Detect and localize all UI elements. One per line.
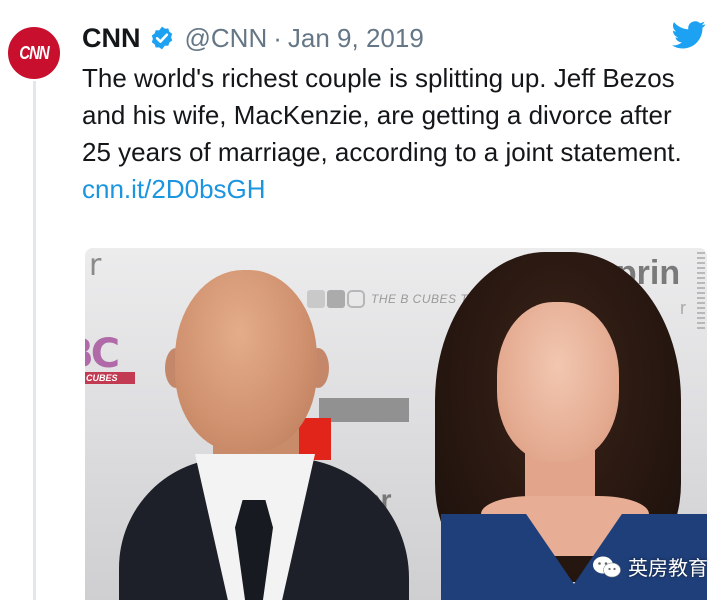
- tbc-letters: TBC: [85, 334, 139, 374]
- wechat-icon: [593, 556, 621, 577]
- woman-face: [497, 302, 619, 462]
- wechat-account-name: 英房教育: [628, 556, 708, 580]
- tweet-date[interactable]: Jan 9, 2019: [288, 23, 424, 54]
- tweet-card[interactable]: CNN CNN @CNN · Jan 9, 2019 The world's r…: [0, 0, 724, 600]
- tbc-letters-bc: BC: [85, 331, 120, 377]
- verified-badge-icon: [151, 26, 172, 50]
- backdrop-text-left: r: [89, 248, 102, 283]
- tweet-link[interactable]: cnn.it/2D0bsGH: [82, 174, 266, 204]
- tbc-strip: THE B CUBES: [85, 372, 135, 384]
- tweet-text: The world's richest couple is splitting …: [82, 60, 702, 208]
- thread-line: [33, 72, 36, 600]
- facebook-icon: [307, 290, 325, 308]
- backdrop-shape: [319, 398, 409, 422]
- wechat-badge: 英房教育: [592, 552, 708, 581]
- youtube-icon: [327, 290, 345, 308]
- twitter-bird-icon[interactable]: [672, 20, 706, 50]
- instagram-icon: [347, 290, 365, 308]
- separator: ·: [273, 22, 282, 53]
- social-watermark: THE B CUBES TBC: [307, 290, 486, 308]
- tweet-header: CNN @CNN · Jan 9, 2019: [82, 18, 424, 58]
- display-name[interactable]: CNN: [82, 23, 141, 54]
- avatar[interactable]: CNN: [6, 25, 62, 81]
- tbc-logo: TBC THE B CUBES: [85, 334, 139, 384]
- man-head: [175, 270, 317, 452]
- tweet-body: The world's richest couple is splitting …: [82, 63, 682, 167]
- cnn-logo: CNN: [19, 42, 49, 64]
- handle[interactable]: @CNN: [185, 23, 268, 54]
- photo-credit-strip: [697, 252, 705, 332]
- tweet-photo[interactable]: r sprin a r c er THE B CUBES TBC TBC THE…: [85, 248, 707, 600]
